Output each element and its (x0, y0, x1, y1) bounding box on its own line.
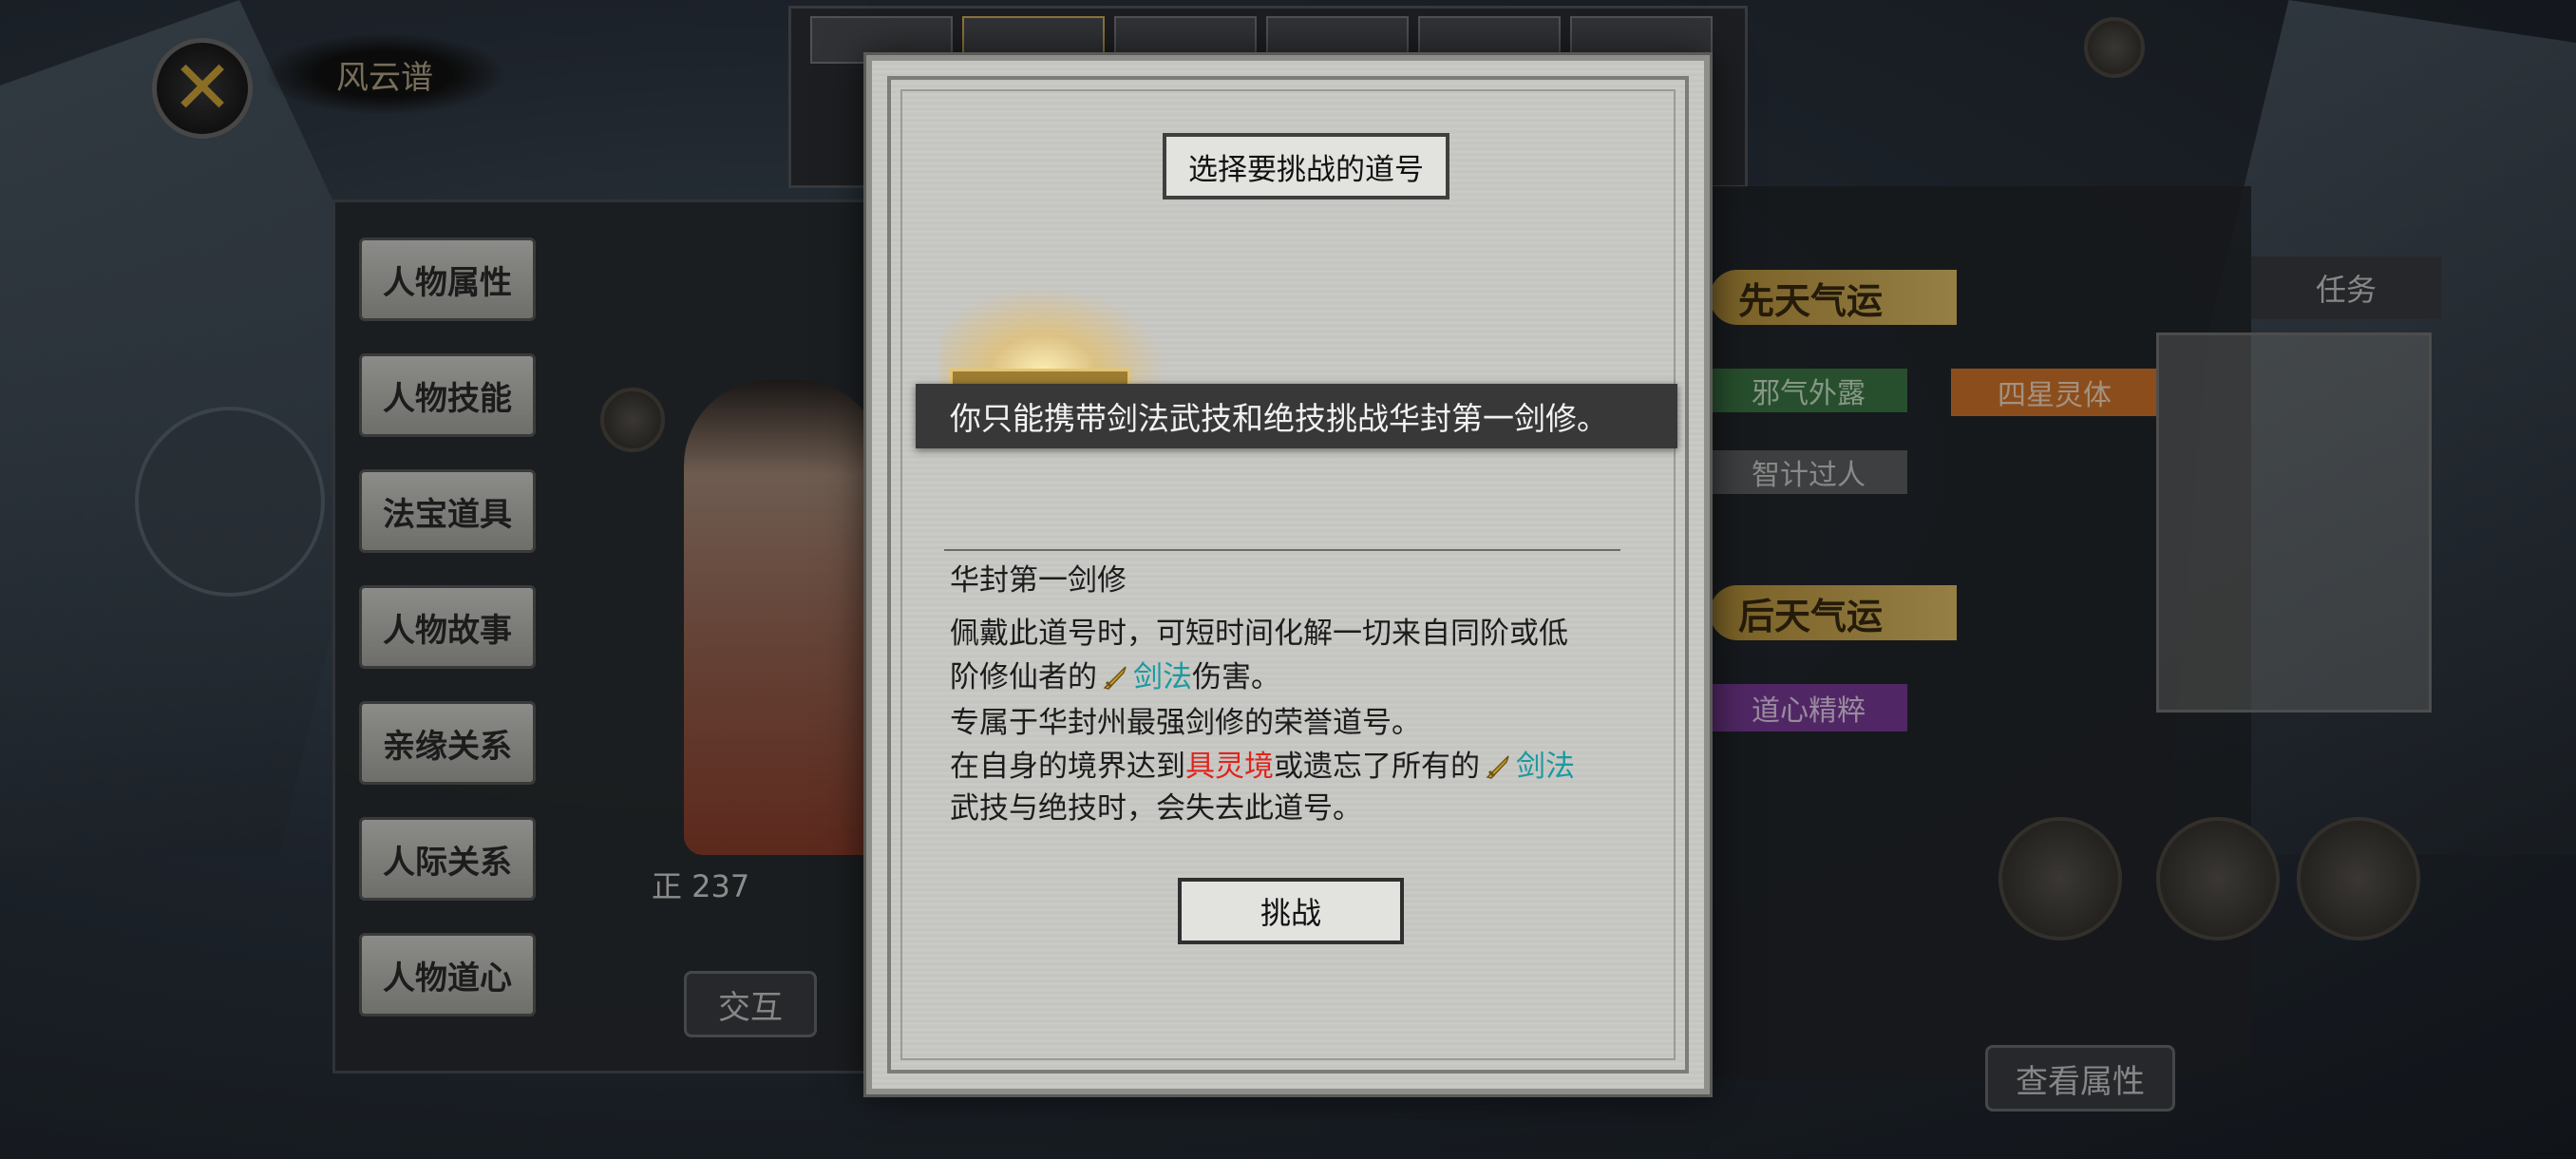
sword-icon (1484, 750, 1512, 779)
dialog-title: 选择要挑战的道号 (1163, 133, 1449, 200)
sword-icon (1101, 660, 1129, 690)
taoist-name-label: 华封第一剑修 (950, 563, 1127, 598)
divider (944, 549, 1620, 551)
restriction-tooltip: 你只能携带剑法武技和绝技挑战华封第一剑修。 (916, 384, 1677, 448)
desc-line: 武技与绝技时，会失去此道号。 (950, 791, 1362, 826)
desc-line: 阶修仙者的 剑法伤害。 (950, 660, 1280, 694)
desc-line: 佩戴此道号时，可短时间化解一切来自同阶或低 (950, 617, 1568, 651)
desc-line: 专属于华封州最强剑修的荣誉道号。 (950, 706, 1421, 740)
challenge-button[interactable]: 挑战 (1178, 878, 1404, 944)
desc-line: 在自身的境界达到具灵境或遗忘了所有的 剑法 (950, 750, 1575, 784)
